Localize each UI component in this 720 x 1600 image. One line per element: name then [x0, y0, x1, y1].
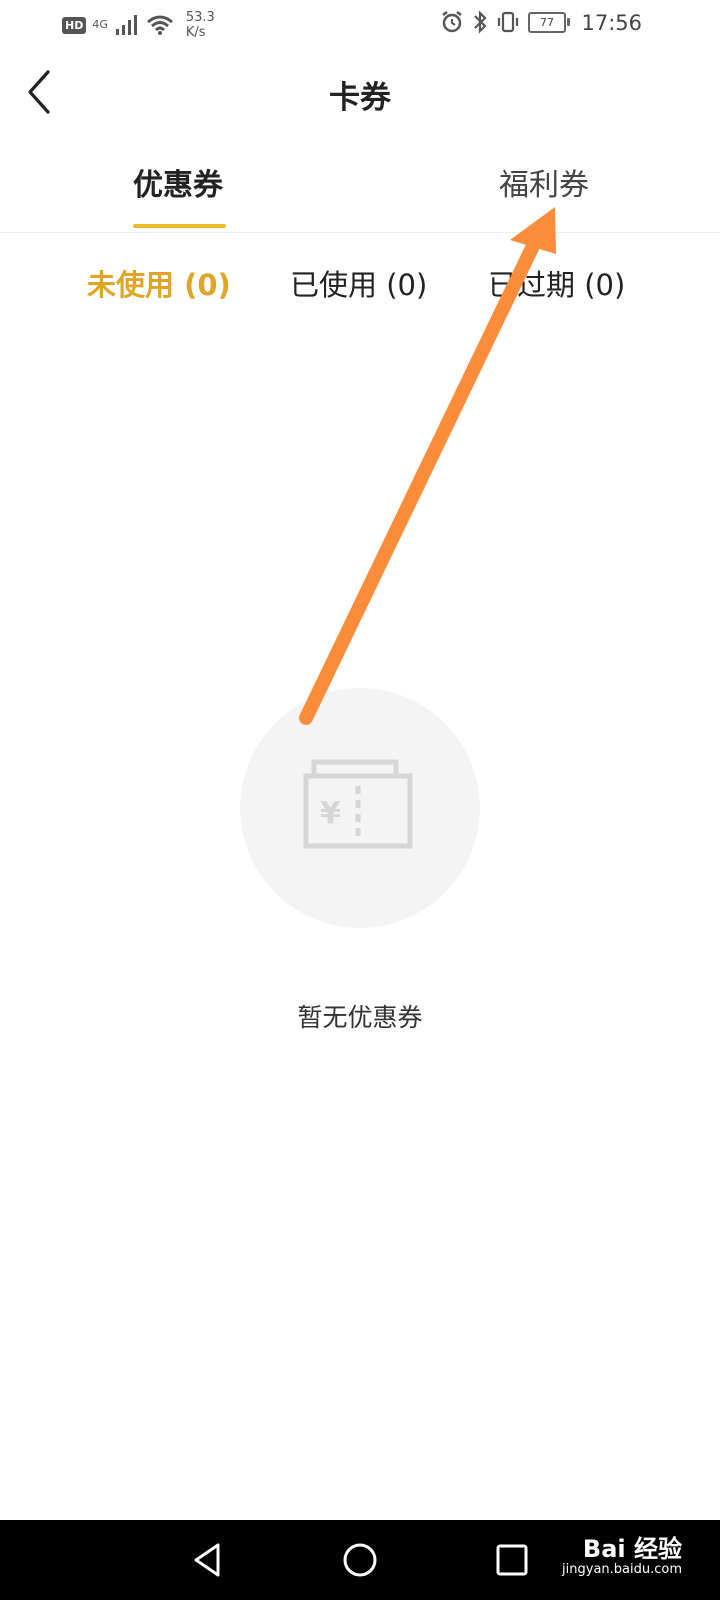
square-recents-icon[interactable] — [490, 1540, 534, 1580]
watermark-brand: Bai 经验 — [582, 1535, 682, 1563]
empty-state-illustration: ¥ — [240, 688, 480, 928]
clock: 17:56 — [581, 11, 642, 35]
signal-icon — [115, 15, 137, 35]
network-type: 4G — [92, 18, 108, 31]
circle-home-icon[interactable] — [338, 1540, 382, 1580]
alarm-icon — [442, 11, 462, 33]
system-nav-bar: Bai 经验 jingyan.baidu.com — [0, 1520, 720, 1600]
triangle-back-icon[interactable] — [188, 1540, 232, 1580]
battery-icon: 77 — [528, 11, 570, 33]
active-tab-indicator — [133, 224, 226, 228]
tab-welfare-coupons[interactable]: 福利券 — [499, 160, 589, 204]
coupon-tabs: 优惠券 福利券 — [0, 150, 720, 233]
wifi-icon — [146, 15, 173, 35]
status-left-group: HD 4G 53.3 K/s — [62, 10, 215, 40]
filter-expired[interactable]: 已过期 (0) — [488, 262, 625, 304]
battery-level: 77 — [528, 11, 566, 33]
filter-used[interactable]: 已使用 (0) — [290, 262, 427, 304]
filter-unused[interactable]: 未使用 (0) — [87, 262, 231, 304]
vibrate-icon — [497, 11, 519, 33]
page-title: 卡券 — [329, 80, 391, 116]
page-header: 卡券 — [0, 52, 720, 132]
hd-badge: HD — [62, 16, 87, 34]
watermark-url: jingyan.baidu.com — [562, 1562, 682, 1577]
bluetooth-icon — [474, 10, 487, 34]
coupon-icon: ¥ — [303, 759, 413, 849]
network-speed-value: 53.3 — [185, 10, 215, 25]
tab-coupons[interactable]: 优惠券 — [133, 160, 223, 204]
empty-state-message: 暂无优惠券 — [297, 1003, 423, 1032]
status-right-group: 77 — [440, 10, 570, 34]
network-speed: 53.3 K/s — [186, 10, 215, 40]
status-bar: HD 4G 53.3 K/s 77 17:56 — [0, 0, 720, 48]
network-speed-unit: K/s — [185, 25, 206, 40]
baidu-jingyan-watermark: Bai 经验 jingyan.baidu.com — [562, 1536, 682, 1577]
svg-text:¥: ¥ — [320, 796, 341, 831]
coupon-status-filter: 未使用 (0) 已使用 (0) 已过期 (0) — [0, 258, 720, 308]
